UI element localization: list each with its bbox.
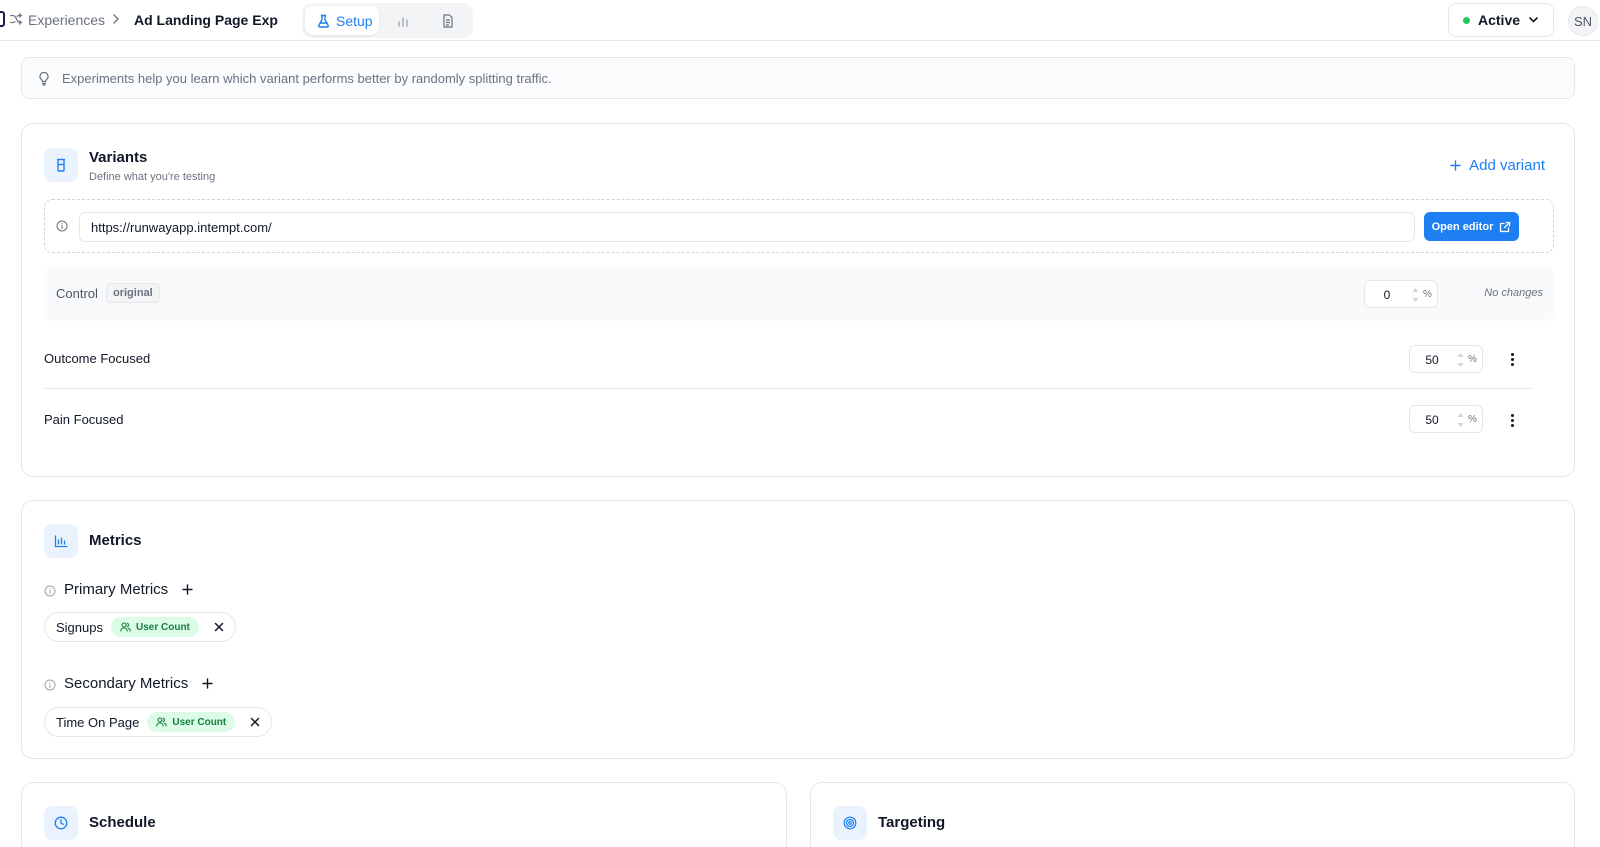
metric-name: Time On Page [56, 714, 140, 730]
users-icon [120, 622, 131, 632]
variants-subtitle: Define what you're testing [89, 171, 216, 183]
close-icon [214, 622, 224, 632]
control-label: Control [56, 286, 98, 301]
user-avatar[interactable]: SN [1568, 6, 1598, 36]
add-variant-label: Add variant [1469, 157, 1545, 174]
targeting-title: Targeting [878, 814, 946, 831]
variants-icon-wrap [44, 148, 78, 182]
variant-percent-input[interactable]: 50 % [1409, 405, 1483, 433]
info-banner: Experiments help you learn which variant… [21, 57, 1575, 99]
add-primary-metric-icon[interactable] [182, 584, 193, 595]
tab-setup-label: Setup [336, 12, 373, 29]
open-editor-button[interactable]: Open editor [1424, 212, 1519, 241]
chevron-right-icon [113, 14, 119, 24]
status-label: Active [1478, 12, 1521, 28]
stepper-arrows-icon[interactable] [1457, 351, 1464, 369]
secondary-metrics-header: Secondary Metrics [44, 675, 213, 692]
status-dropdown[interactable]: Active [1448, 3, 1554, 37]
metric-name: Signups [56, 619, 103, 635]
beaker-icon [57, 158, 65, 172]
percent-sign: % [1468, 414, 1477, 425]
plus-icon [1450, 160, 1461, 171]
secondary-metric-chip: Time On Page User Count [44, 707, 273, 737]
add-secondary-metric-icon[interactable] [202, 678, 213, 689]
metrics-icon-wrap [44, 524, 78, 558]
no-changes-note: No changes [1484, 287, 1543, 299]
clock-icon [54, 816, 68, 830]
control-percent-input[interactable]: 0 % [1364, 280, 1438, 308]
control-variant-row: Control original 0 % No changes [44, 267, 1554, 321]
metric-type-label: User Count [172, 716, 227, 728]
metric-type-badge: User Count [110, 617, 199, 637]
page-url-input[interactable] [79, 212, 1415, 242]
variant-name: Pain Focused [44, 412, 124, 427]
add-variant-button[interactable]: Add variant [1450, 157, 1545, 174]
schedule-title: Schedule [89, 814, 156, 831]
variant-row-pain: Pain Focused 50 % [44, 390, 1554, 450]
metric-type-badge: User Count [147, 712, 236, 732]
external-link-icon [1500, 221, 1511, 232]
info-icon [44, 585, 56, 596]
bar-chart-icon [54, 534, 68, 547]
targeting-icon-wrap [833, 806, 867, 840]
stepper-arrows-icon[interactable] [1412, 286, 1419, 304]
variants-card: Variants Define what you're testing Add … [21, 123, 1575, 477]
percent-sign: % [1468, 354, 1477, 365]
more-options-icon[interactable] [1506, 351, 1518, 367]
targeting-card: Targeting [810, 782, 1575, 847]
open-editor-label: Open editor [1431, 220, 1494, 233]
variant-percent-value: 50 [1425, 353, 1439, 367]
remove-metric-button[interactable] [211, 619, 227, 635]
primary-metrics-label: Primary Metrics [64, 581, 169, 598]
top-bar: Experiences Ad Landing Page Exp Setup Ac… [0, 0, 1600, 41]
status-dot [1463, 16, 1470, 24]
tab-setup[interactable]: Setup [305, 6, 379, 35]
primary-metrics-header: Primary Metrics [44, 581, 193, 598]
breadcrumb-current: Ad Landing Page Exp [134, 12, 278, 28]
variant-percent-input[interactable]: 50 % [1409, 345, 1483, 373]
close-icon [251, 717, 260, 727]
document-icon [443, 13, 453, 28]
control-percent-value: 0 [1383, 288, 1391, 302]
variants-title: Variants [89, 149, 148, 166]
shuffle-icon [10, 13, 22, 25]
original-badge: original [106, 283, 160, 303]
secondary-metrics-label: Secondary Metrics [64, 675, 189, 692]
info-icon [44, 679, 56, 690]
variant-percent-value: 50 [1425, 413, 1439, 427]
chevron-down-icon [1529, 17, 1538, 23]
info-icon [56, 220, 68, 232]
view-tabs: Setup [302, 3, 473, 38]
breadcrumb-experiences[interactable]: Experiences [28, 12, 105, 28]
info-banner-text: Experiments help you learn which variant… [62, 70, 552, 86]
row-divider [44, 388, 1532, 389]
variant-name: Outcome Focused [44, 351, 151, 366]
bar-chart-icon [398, 16, 408, 27]
users-icon [156, 717, 168, 727]
schedule-card: Schedule [21, 782, 787, 847]
flask-icon [317, 14, 330, 28]
metrics-title: Metrics [89, 532, 142, 549]
primary-metric-chip: Signups User Count [44, 612, 236, 642]
metric-type-label: User Count [135, 621, 190, 633]
variant-url-box: Open editor [44, 199, 1554, 253]
percent-sign: % [1423, 289, 1432, 300]
target-icon [843, 816, 857, 830]
stepper-arrows-icon[interactable] [1457, 411, 1464, 429]
metrics-card: Metrics Primary Metrics Signups User Cou… [21, 500, 1575, 759]
variant-row-outcome: Outcome Focused 50 % [44, 329, 1554, 389]
remove-metric-button[interactable] [247, 714, 263, 730]
tab-report[interactable] [429, 6, 467, 35]
lightbulb-icon [39, 71, 49, 86]
schedule-icon-wrap [44, 806, 78, 840]
app-logo[interactable] [0, 11, 5, 27]
more-options-icon[interactable] [1506, 412, 1518, 428]
tab-results[interactable] [384, 6, 422, 35]
